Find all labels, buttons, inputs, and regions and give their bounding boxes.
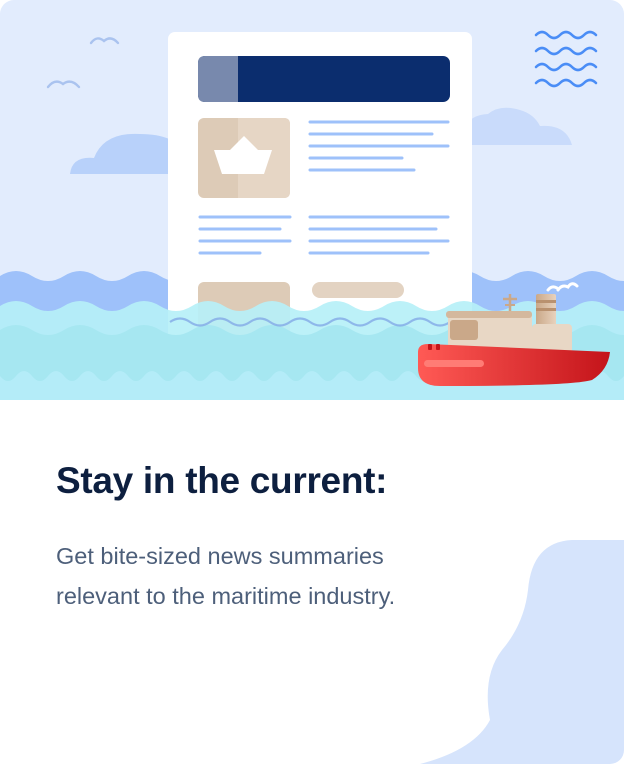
headline: Stay in the current: bbox=[56, 460, 388, 501]
onboarding-card: Stay in the current: Get bite-sized news… bbox=[0, 0, 624, 764]
decorative-blob bbox=[420, 540, 624, 764]
description: Get bite-sized news summaries relevant t… bbox=[56, 543, 396, 609]
